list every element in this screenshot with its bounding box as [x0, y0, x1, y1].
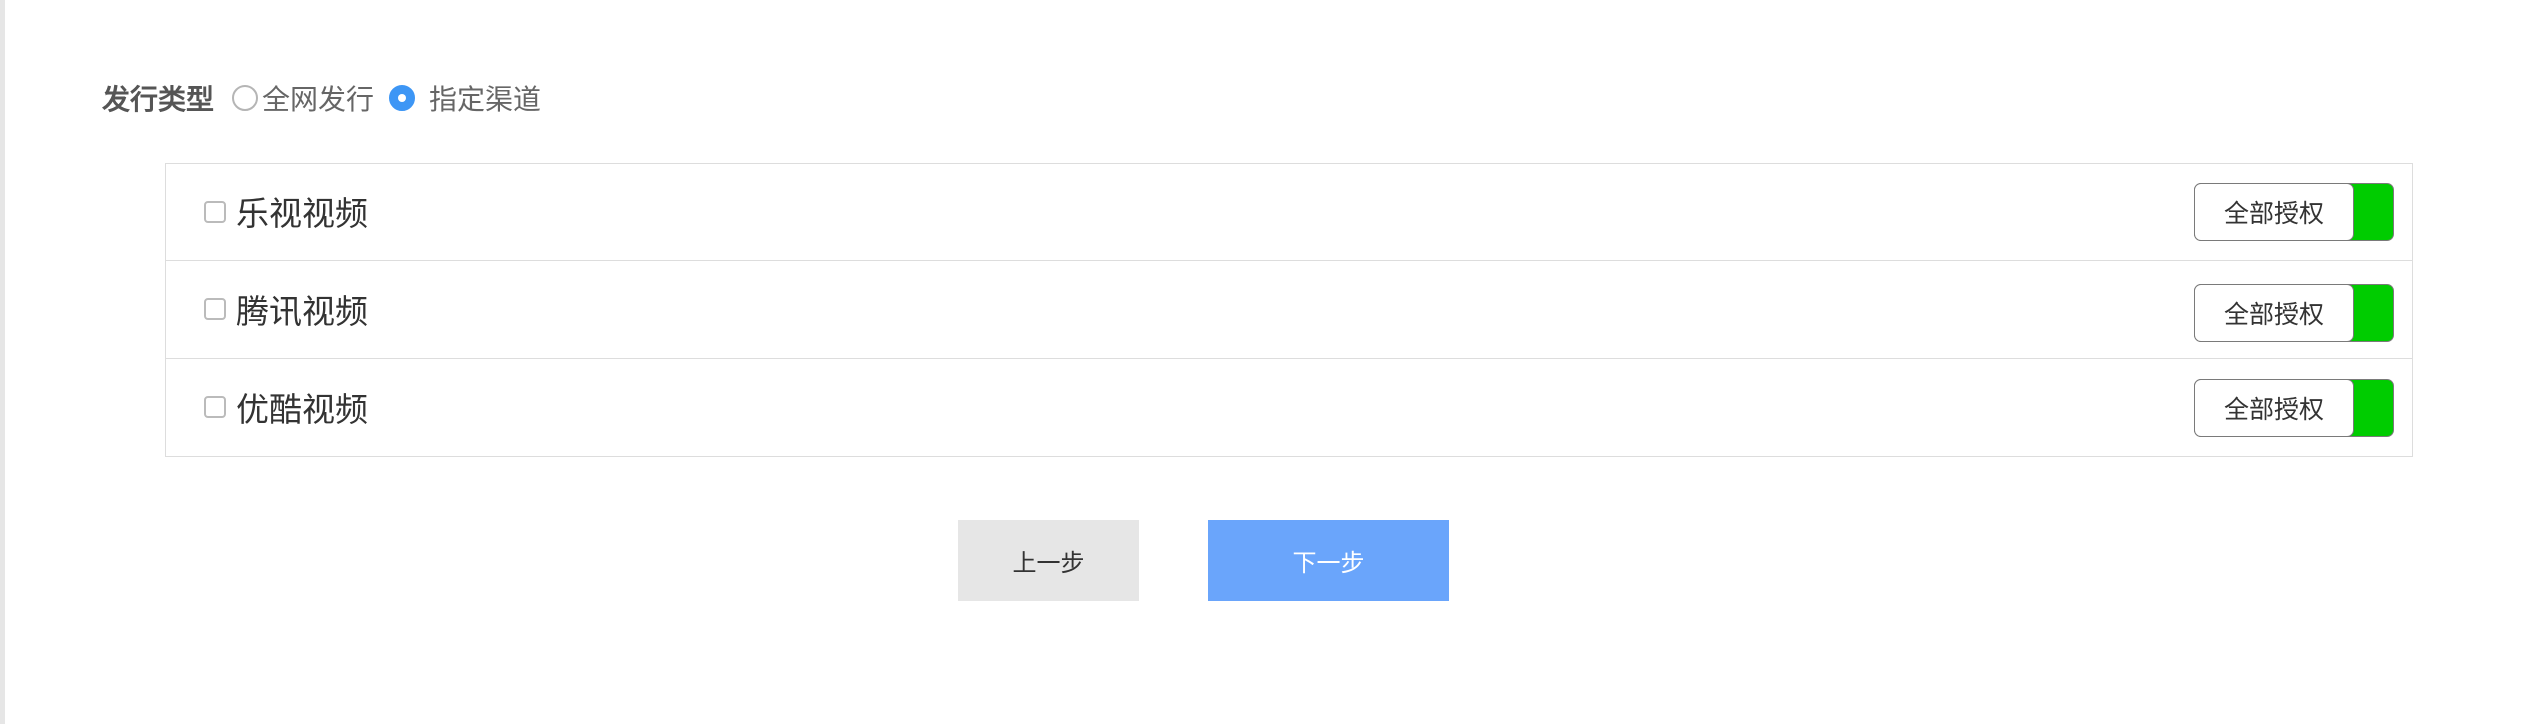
channel-row-youku: 优酷视频 全部授权: [166, 360, 2412, 457]
radio-option-specified-channel[interactable]: 指定渠道: [389, 78, 541, 118]
channel-row-tencent: 腾讯视频 全部授权: [166, 262, 2412, 359]
previous-step-button[interactable]: 上一步: [958, 520, 1139, 601]
release-type-row: 发行类型 全网发行 指定渠道: [102, 78, 541, 118]
radio-all-network[interactable]: [232, 85, 259, 111]
channel-row-letv: 乐视视频 全部授权: [166, 164, 2412, 261]
channel-list: 乐视视频 全部授权 腾讯视频 全部授权 优酷视频 全部授权: [165, 163, 2413, 457]
toggle-knob: 全部授权: [2194, 284, 2354, 342]
channel-checkbox[interactable]: [204, 396, 226, 418]
authorize-all-toggle[interactable]: 全部授权: [2194, 183, 2394, 241]
channel-name: 乐视视频: [236, 194, 368, 233]
channel-name: 腾讯视频: [236, 292, 368, 331]
channel-checkbox[interactable]: [204, 201, 226, 223]
radio-specified-channel[interactable]: [389, 85, 416, 111]
toggle-knob: 全部授权: [2194, 379, 2354, 437]
authorize-all-label: 全部授权: [2223, 300, 2324, 329]
authorize-all-label: 全部授权: [2223, 395, 2324, 424]
release-type-label: 发行类型: [102, 83, 215, 116]
authorize-all-toggle[interactable]: 全部授权: [2194, 284, 2394, 342]
next-step-button[interactable]: 下一步: [1208, 520, 1449, 601]
channel-name: 优酷视频: [236, 390, 368, 429]
radio-specified-channel-label[interactable]: 指定渠道: [429, 78, 541, 118]
left-edge-divider: [0, 0, 5, 724]
radio-all-network-label[interactable]: 全网发行: [262, 78, 374, 118]
channel-checkbox[interactable]: [204, 298, 226, 320]
toggle-knob: 全部授权: [2194, 183, 2354, 241]
authorize-all-toggle[interactable]: 全部授权: [2194, 379, 2394, 437]
radio-option-all-network[interactable]: 全网发行: [232, 78, 374, 118]
authorize-all-label: 全部授权: [2223, 199, 2324, 228]
